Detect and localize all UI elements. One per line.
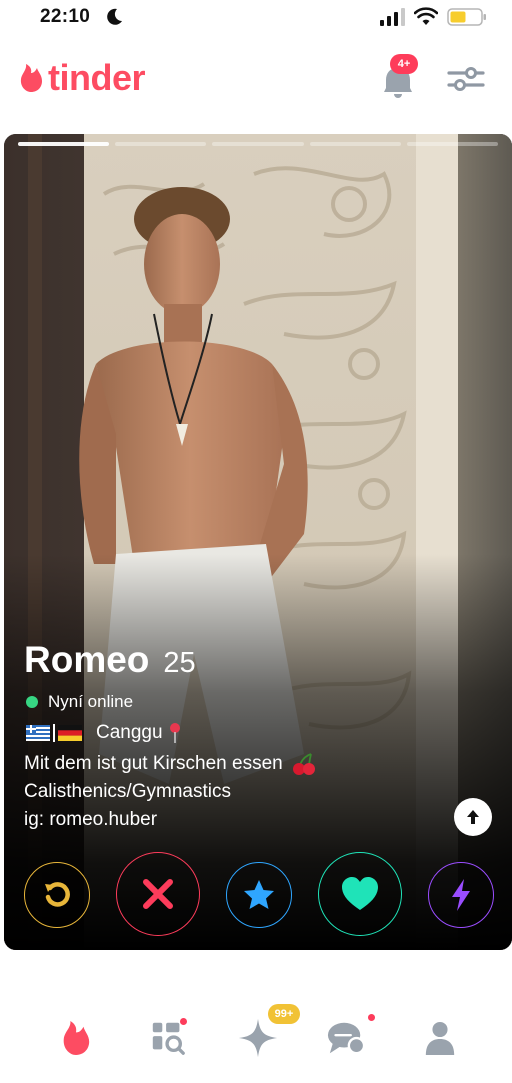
notifications-badge: 4+ [390,54,418,74]
action-buttons [4,846,512,946]
notifications-button[interactable]: 4+ [376,54,420,102]
bio-line: Mit dem ist gut Kirschen essen [24,750,317,778]
greece-flag-icon [26,725,50,741]
flame-logo-icon [20,64,42,92]
lightning-icon [452,879,470,911]
app-header: tinder 4+ [0,44,512,114]
close-icon [143,879,173,909]
signal-icon [380,8,405,26]
location-text: Canggu [96,722,163,743]
status-bar: 22:10 [0,0,512,36]
chat-icon [327,1022,366,1055]
nav-explore[interactable] [144,1014,192,1062]
like-button[interactable] [318,852,402,936]
battery-icon [447,8,486,26]
map-pin-icon [169,723,180,743]
chat-dot-badge [368,1014,375,1021]
photo-progress [18,142,499,146]
gold-badge: 99+ [268,1004,300,1024]
bottom-nav: 99+ [0,990,512,1083]
progress-segment [212,142,304,146]
flag-separator [53,724,55,742]
progress-segment [18,142,110,146]
nav-chat[interactable] [322,1014,375,1062]
profile-bio: Mit dem ist gut Kirschen essen Calisthen… [24,750,317,834]
profile-card[interactable]: Romeo 25 Nyní online Canggu Mit dem ist … [4,134,512,950]
online-dot-icon [26,696,38,708]
status-time: 22:10 [40,6,91,27]
expand-profile-button[interactable] [454,798,492,836]
arrow-up-icon [467,810,479,824]
progress-segment [406,142,499,146]
nav-profile[interactable] [416,1014,464,1062]
germany-flag-icon [58,725,82,741]
flame-icon [63,1021,90,1055]
cherry-icon [292,753,315,775]
rewind-icon [45,882,70,907]
tinder-logo: tinder [18,57,146,98]
nope-button[interactable] [116,852,200,936]
bio-line: ig: romeo.huber [24,806,317,834]
profile-icon [425,1021,455,1055]
filter-sliders-icon[interactable] [447,64,485,94]
star-icon [244,880,274,909]
bio-text: Mit dem ist gut Kirschen essen [24,753,283,774]
rewind-button[interactable] [24,862,90,928]
profile-name-age: Romeo 25 [24,639,196,681]
logo-text: tinder [48,57,146,98]
wifi-icon [414,7,438,25]
explore-dot-badge [180,1018,187,1025]
nav-discover[interactable] [52,1014,100,1062]
progress-segment [309,142,401,146]
super-like-button[interactable] [226,862,292,928]
progress-segment [115,142,207,146]
moon-icon [107,8,122,25]
bio-text: ig: romeo.huber [24,809,158,830]
online-status: Nyní online [26,692,133,712]
online-status-text: Nyní online [48,692,134,711]
profile-name: Romeo [24,639,150,680]
location-line: Canggu [26,722,183,744]
heart-icon [342,877,378,910]
gold-sparkle-icon [238,1018,278,1058]
boost-button[interactable] [428,862,494,928]
bio-text: Calisthenics/Gymnastics [24,781,231,802]
bio-line: Calisthenics/Gymnastics [24,778,317,806]
profile-age: 25 [163,647,196,679]
